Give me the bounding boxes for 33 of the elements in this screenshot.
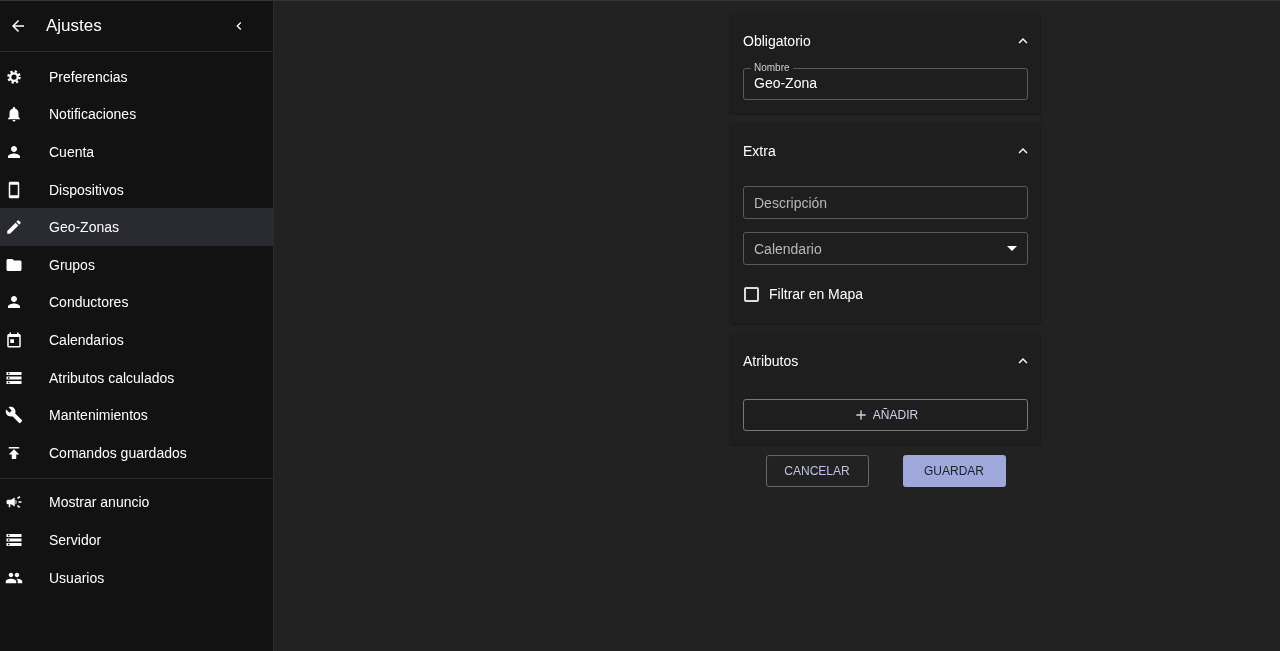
description-input-field[interactable]: Descripción (743, 186, 1028, 219)
checkbox-label: Filtrar en Mapa (769, 286, 864, 302)
settings-icon (5, 67, 23, 86)
sidebar-item[interactable]: Dispositivos (0, 170, 273, 209)
sidebar-item[interactable]: Servidor (0, 521, 273, 559)
sidebar-item[interactable]: Mostrar anuncio (0, 483, 273, 522)
add-button[interactable]: AÑADIR (743, 399, 1028, 431)
section-title: Extra (743, 142, 776, 159)
sidebar-item[interactable]: Comandos guardados (0, 433, 273, 472)
sidebar-item[interactable]: Calendarios (0, 321, 273, 359)
section-title: Atributos (743, 352, 799, 369)
sidebar-item[interactable]: Conductores (0, 283, 273, 322)
dropdown-caret-icon (1007, 246, 1017, 251)
sidebar-item[interactable]: Usuarios (0, 558, 273, 597)
sidebar-item[interactable]: Preferencias (0, 58, 273, 96)
sidebar-item[interactable]: Atributos calculados (0, 358, 273, 397)
sidebar-item[interactable]: Grupos (0, 245, 273, 284)
calendar-icon (5, 330, 23, 349)
sidebar-title: Ajustes (46, 16, 103, 36)
cancel-button[interactable]: CANCELAR (765, 455, 869, 487)
checkbox[interactable] (744, 286, 759, 302)
bell-icon (5, 105, 23, 124)
sidebar-item[interactable]: Geo-Zonas (0, 208, 273, 246)
save-button[interactable]: GUARDAR (902, 455, 1006, 487)
person-icon (5, 143, 23, 161)
calendar-select-field[interactable]: Calendario (743, 232, 1028, 265)
sidebar-item[interactable]: Cuenta (0, 133, 273, 171)
sidebar-item[interactable]: Notificaciones (0, 95, 273, 134)
wrench-icon (5, 406, 23, 425)
pencil-icon (5, 218, 23, 237)
name-input-field[interactable]: Nombre Geo-Zona (743, 62, 1028, 100)
sidebar-item[interactable]: Mantenimientos (0, 396, 273, 434)
section-title: Obligatorio (743, 32, 811, 49)
